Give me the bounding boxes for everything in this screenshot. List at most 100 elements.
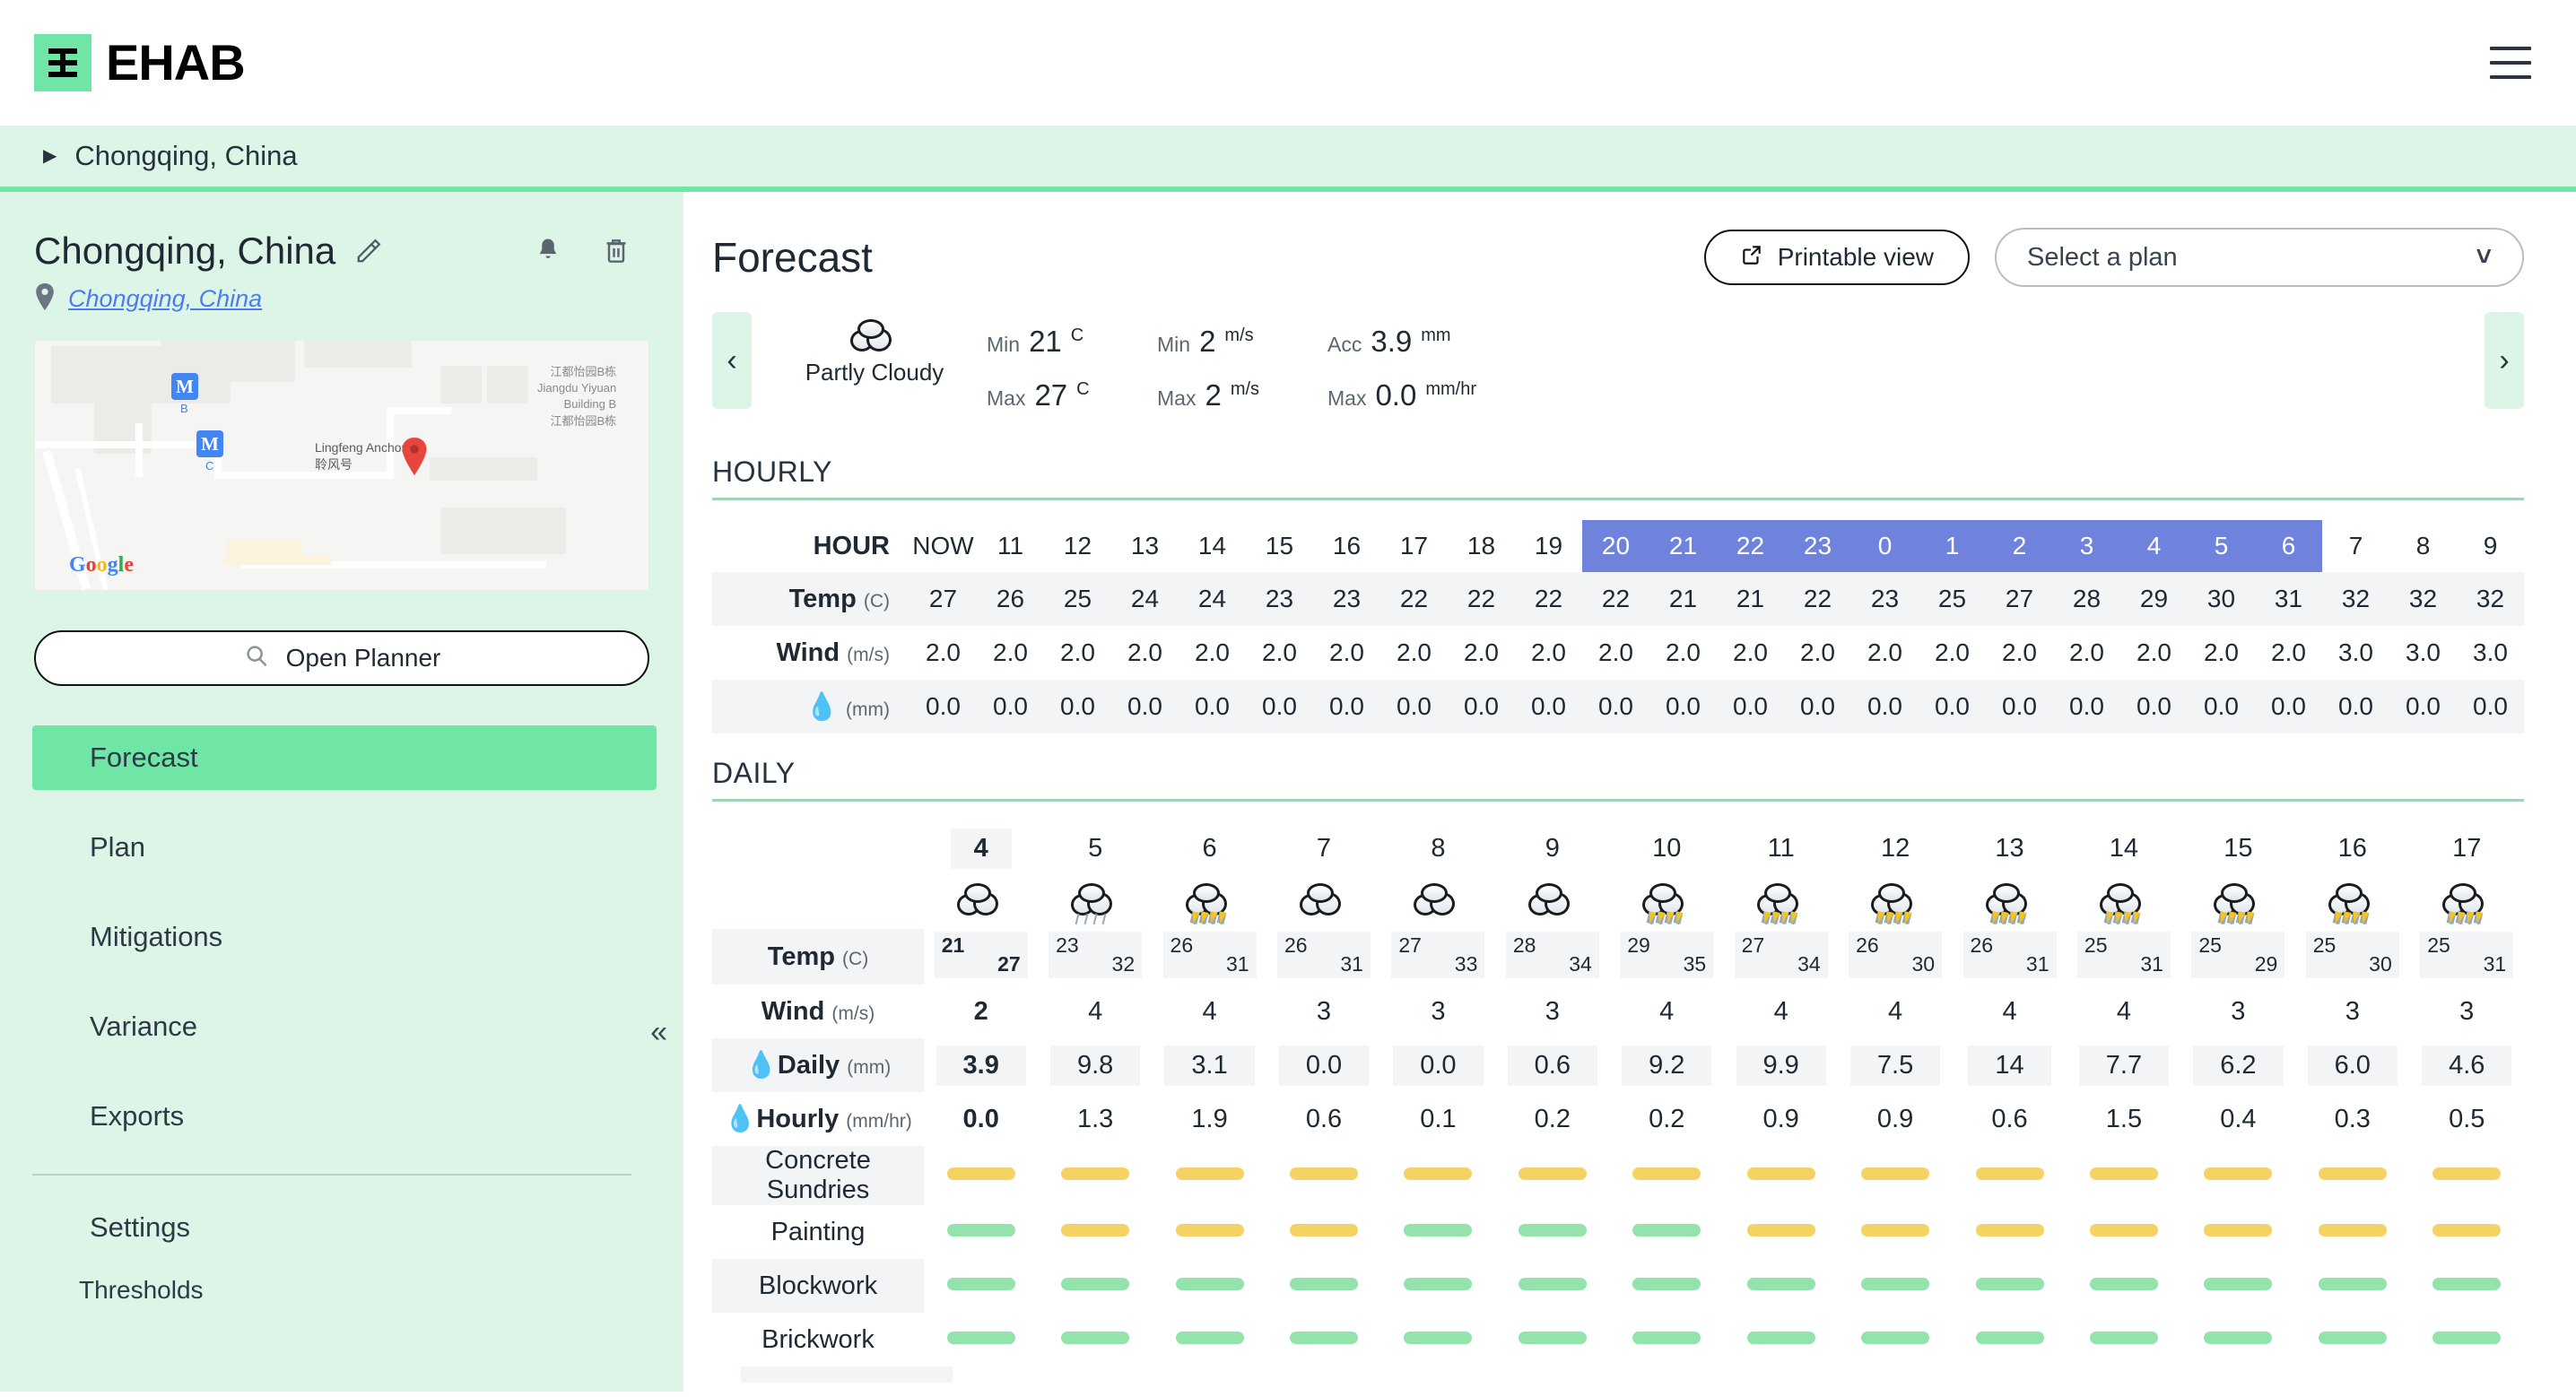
daily-day-cell[interactable]: 5 bbox=[1038, 821, 1152, 875]
hourly-hour-cell[interactable]: NOW bbox=[909, 520, 977, 572]
activity-status-bar[interactable] bbox=[1724, 1205, 1838, 1259]
activity-status-bar[interactable] bbox=[1495, 1146, 1609, 1205]
hourly-hour-cell[interactable]: 23 bbox=[1784, 520, 1851, 572]
hourly-hour-cell[interactable]: 8 bbox=[2389, 520, 2457, 572]
activity-status-bar[interactable] bbox=[1495, 1259, 1609, 1313]
activity-status-bar[interactable] bbox=[1381, 1259, 1495, 1313]
sidebar-item-forecast[interactable]: Forecast bbox=[32, 725, 657, 790]
hourly-hour-cell[interactable]: 21 bbox=[1649, 520, 1717, 572]
hourly-hour-cell[interactable]: 15 bbox=[1246, 520, 1313, 572]
daily-day-cell[interactable]: 15 bbox=[2181, 821, 2295, 875]
activity-status-bar[interactable] bbox=[924, 1313, 1038, 1367]
daily-day-cell[interactable]: 4 bbox=[924, 821, 1038, 875]
activity-status-bar[interactable] bbox=[1038, 1205, 1152, 1259]
activity-status-bar[interactable] bbox=[2409, 1146, 2524, 1205]
activity-status-bar[interactable] bbox=[2181, 1146, 2295, 1205]
hourly-hour-cell[interactable]: 19 bbox=[1515, 520, 1582, 572]
daily-day-cell[interactable]: 9 bbox=[1495, 821, 1609, 875]
activity-status-bar[interactable] bbox=[1381, 1205, 1495, 1259]
daily-day-cell[interactable]: 17 bbox=[2409, 821, 2524, 875]
activity-status-bar[interactable] bbox=[1495, 1205, 1609, 1259]
sidebar-item-plan[interactable]: Plan bbox=[32, 815, 657, 880]
hourly-hour-cell[interactable]: 16 bbox=[1313, 520, 1380, 572]
edit-pencil-icon[interactable] bbox=[355, 238, 382, 265]
daily-day-cell[interactable]: 6 bbox=[1153, 821, 1266, 875]
activity-status-bar[interactable] bbox=[2067, 1259, 2180, 1313]
activity-status-bar[interactable] bbox=[1724, 1259, 1838, 1313]
activity-status-bar[interactable] bbox=[1266, 1259, 1380, 1313]
activity-status-bar[interactable] bbox=[1953, 1259, 2067, 1313]
activity-status-bar[interactable] bbox=[924, 1205, 1038, 1259]
sidebar-item-variance[interactable]: Variance bbox=[32, 994, 657, 1059]
activity-status-bar[interactable] bbox=[1153, 1313, 1266, 1367]
activity-status-bar[interactable] bbox=[1953, 1313, 2067, 1367]
activity-status-bar[interactable] bbox=[1381, 1313, 1495, 1367]
daily-day-cell[interactable]: 10 bbox=[1610, 821, 1724, 875]
activity-status-bar[interactable] bbox=[1266, 1205, 1380, 1259]
activity-status-bar[interactable] bbox=[2409, 1259, 2524, 1313]
activity-status-bar[interactable] bbox=[1495, 1313, 1609, 1367]
hourly-hour-cell[interactable]: 11 bbox=[977, 520, 1044, 572]
activity-status-bar[interactable] bbox=[1610, 1259, 1724, 1313]
hourly-hour-cell[interactable]: 13 bbox=[1111, 520, 1179, 572]
sidebar-item-exports[interactable]: Exports bbox=[32, 1084, 657, 1149]
open-planner-button[interactable]: Open Planner bbox=[34, 630, 649, 686]
activity-status-bar[interactable] bbox=[2409, 1313, 2524, 1367]
activity-status-bar[interactable] bbox=[1381, 1146, 1495, 1205]
daily-day-cell[interactable]: 16 bbox=[2295, 821, 2409, 875]
hourly-hour-cell[interactable]: 14 bbox=[1179, 520, 1246, 572]
hourly-hour-cell[interactable]: 0 bbox=[1851, 520, 1919, 572]
sidebar-item-settings[interactable]: Settings bbox=[32, 1195, 657, 1260]
activity-status-bar[interactable] bbox=[1038, 1259, 1152, 1313]
activity-status-bar[interactable] bbox=[1838, 1259, 1952, 1313]
sidebar-item-mitigations[interactable]: Mitigations bbox=[32, 905, 657, 969]
hourly-hour-cell[interactable]: 18 bbox=[1448, 520, 1515, 572]
daily-day-cell[interactable]: 13 bbox=[1953, 821, 2067, 875]
activity-status-bar[interactable] bbox=[2295, 1259, 2409, 1313]
hourly-hour-cell[interactable]: 2 bbox=[1986, 520, 2053, 572]
activity-status-bar[interactable] bbox=[1038, 1146, 1152, 1205]
activity-status-bar[interactable] bbox=[1266, 1313, 1380, 1367]
hourly-hour-cell[interactable]: 9 bbox=[2457, 520, 2524, 572]
activity-status-bar[interactable] bbox=[1153, 1146, 1266, 1205]
activity-status-bar[interactable] bbox=[2067, 1313, 2180, 1367]
activity-status-bar[interactable] bbox=[2181, 1205, 2295, 1259]
activity-status-bar[interactable] bbox=[1724, 1146, 1838, 1205]
sidebar-collapse-icon[interactable]: « bbox=[650, 1017, 667, 1047]
trash-icon[interactable] bbox=[603, 237, 630, 265]
location-map[interactable]: M B M C Lingfeng Anchory 聆风号 江都怡园B栋 Jiangd… bbox=[34, 340, 649, 591]
hourly-hour-cell[interactable]: 22 bbox=[1717, 520, 1784, 572]
hourly-hour-cell[interactable]: 3 bbox=[2053, 520, 2120, 572]
activity-status-bar[interactable] bbox=[2295, 1205, 2409, 1259]
activity-status-bar[interactable] bbox=[1153, 1259, 1266, 1313]
daily-day-cell[interactable]: 11 bbox=[1724, 821, 1838, 875]
daily-day-cell[interactable]: 8 bbox=[1381, 821, 1495, 875]
printable-view-button[interactable]: Printable view bbox=[1703, 230, 1970, 285]
plan-select[interactable]: Select a plan ˅ bbox=[1995, 228, 2524, 287]
activity-status-bar[interactable] bbox=[2181, 1259, 2295, 1313]
activity-status-bar[interactable] bbox=[2295, 1146, 2409, 1205]
activity-status-bar[interactable] bbox=[924, 1146, 1038, 1205]
hourly-hour-cell[interactable]: 5 bbox=[2188, 520, 2255, 572]
daily-day-cell[interactable]: 14 bbox=[2067, 821, 2180, 875]
daily-day-cell[interactable]: 12 bbox=[1838, 821, 1952, 875]
activity-status-bar[interactable] bbox=[2067, 1205, 2180, 1259]
bell-icon[interactable] bbox=[535, 237, 561, 265]
activity-status-bar[interactable] bbox=[1724, 1313, 1838, 1367]
hourly-hour-cell[interactable]: 6 bbox=[2255, 520, 2322, 572]
chevron-down-icon[interactable]: ˅ bbox=[2476, 242, 2492, 273]
daily-day-cell[interactable]: 7 bbox=[1266, 821, 1380, 875]
activity-status-bar[interactable] bbox=[1610, 1205, 1724, 1259]
activity-status-bar[interactable] bbox=[2067, 1146, 2180, 1205]
activity-status-bar[interactable] bbox=[1838, 1146, 1952, 1205]
hourly-hour-cell[interactable]: 17 bbox=[1380, 520, 1448, 572]
activity-status-bar[interactable] bbox=[1838, 1313, 1952, 1367]
hourly-hour-cell[interactable]: 20 bbox=[1582, 520, 1649, 572]
activity-status-bar[interactable] bbox=[2181, 1313, 2295, 1367]
hourly-hour-cell[interactable]: 4 bbox=[2120, 520, 2188, 572]
hourly-hour-cell[interactable]: 7 bbox=[2322, 520, 2389, 572]
activity-status-bar[interactable] bbox=[1610, 1146, 1724, 1205]
activity-status-bar[interactable] bbox=[2409, 1205, 2524, 1259]
activity-status-bar[interactable] bbox=[924, 1259, 1038, 1313]
sidebar-item-thresholds[interactable]: Thresholds bbox=[0, 1265, 683, 1315]
